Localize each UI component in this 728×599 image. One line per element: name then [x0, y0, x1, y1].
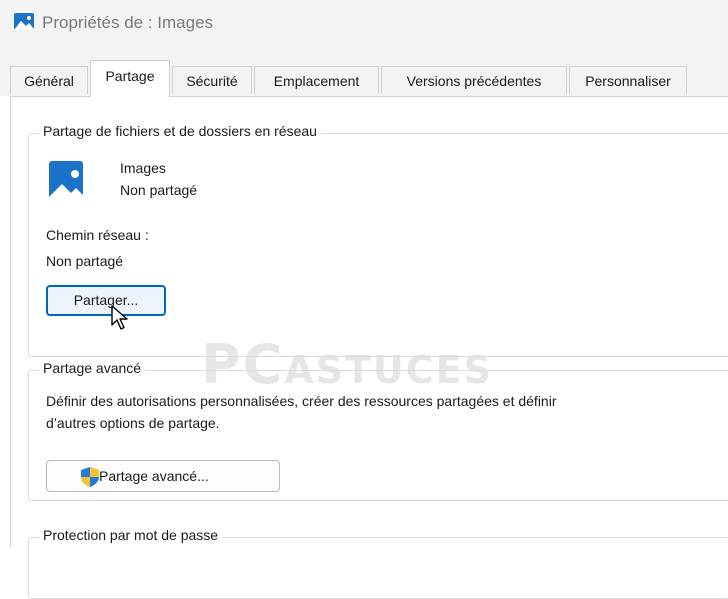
tab-personnaliser[interactable]: Personnaliser	[569, 66, 687, 94]
advanced-sharing-legend: Partage avancé	[39, 360, 146, 376]
tab-securite[interactable]: Sécurité	[172, 66, 252, 94]
advanced-sharing-description-line2: d’autres options de partage.	[46, 415, 220, 431]
tab-general[interactable]: Général	[10, 66, 88, 94]
password-protection-legend: Protection par mot de passe	[39, 527, 223, 543]
window-title: Propriétés de : Images	[42, 13, 214, 32]
advanced-sharing-description-line1: Définir des autorisations personnalisées…	[46, 393, 557, 409]
folder-share-status: Non partagé	[120, 182, 198, 198]
tab-strip: Général Partage Sécurité Emplacement Ver…	[0, 48, 728, 97]
folder-images-icon	[49, 161, 83, 205]
tab-panel-partage: PCASTUCES Partage de fichiers et de doss…	[10, 96, 728, 599]
share-button[interactable]: Partager...	[46, 285, 166, 316]
mouse-cursor-icon	[111, 305, 128, 330]
password-protection-group: Protection par mot de passe	[28, 527, 728, 599]
uac-shield-icon	[81, 467, 99, 487]
advanced-sharing-button-label: Partage avancé...	[99, 468, 209, 484]
network-sharing-group: Partage de fichiers et de dossiers en ré…	[28, 123, 728, 357]
tab-emplacement[interactable]: Emplacement	[254, 66, 379, 94]
folder-images-icon	[14, 13, 34, 30]
folder-name: Images	[120, 160, 166, 176]
network-sharing-legend: Partage de fichiers et de dossiers en ré…	[39, 123, 321, 139]
advanced-sharing-group: Partage avancé Définir des autorisations…	[28, 360, 728, 501]
tab-versions-precedentes[interactable]: Versions précédentes	[381, 66, 567, 94]
advanced-sharing-button[interactable]: Partage avancé...	[46, 460, 280, 492]
network-path-label: Chemin réseau :	[46, 227, 149, 243]
network-path-value: Non partagé	[46, 253, 124, 269]
title-bar: Propriétés de : Images	[0, 0, 728, 48]
tab-partage[interactable]: Partage	[90, 60, 170, 97]
